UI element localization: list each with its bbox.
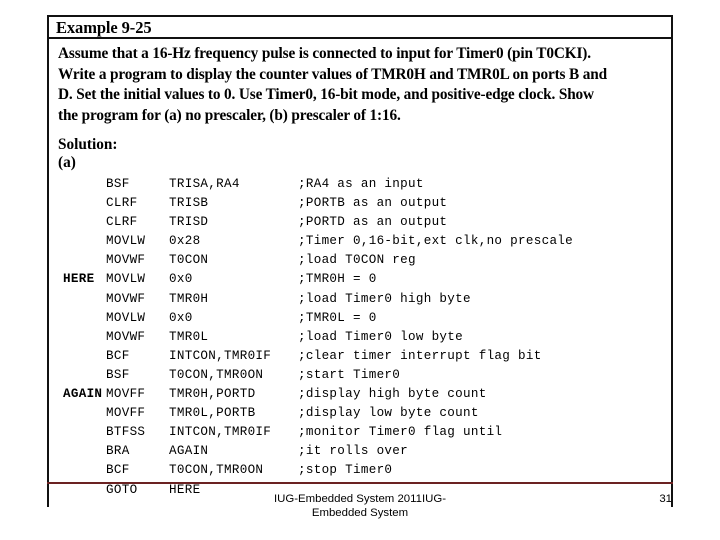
code-label (49, 251, 106, 270)
code-comment: ;TMR0L = 0 (298, 310, 377, 325)
code-label (49, 423, 106, 442)
page-title: Example 9-25 (56, 18, 152, 37)
footer-text: IUG-Embedded System 2011IUG- Embedded Sy… (180, 492, 540, 520)
code-row: BCF INTCON,TMR0IF ;clear timer interrupt f… (49, 347, 671, 366)
code-label (49, 328, 106, 347)
code-operand: T0CON,TMR0ON (169, 367, 264, 382)
footer-line-2: Embedded System (311, 507, 409, 519)
code-operand: T0CON (169, 253, 209, 268)
code-row: BRA AGAIN ;it rolls over (49, 442, 671, 461)
code-mnemonic: MOVLW (106, 310, 146, 325)
code-mnemonic: MOVFF (106, 387, 146, 402)
code-comment: ;PORTD as an output (298, 215, 448, 230)
code-row: MOVFF TMR0L,PORTB ;display low byte count (49, 404, 671, 423)
statement-line: Assume that a 16-Hz frequency pulse is c… (58, 45, 591, 62)
code-row: AGAIN MOVFF TMR0H,PORTD ;display high byte … (49, 385, 671, 404)
code-operand: INTCON,TMR0IF (169, 348, 272, 363)
code-comment: ;clear timer interrupt flag bit (298, 348, 542, 363)
code-comment: ;start Timer0 (298, 367, 401, 382)
code-row: BCF T0CON,TMR0ON ;stop Timer0 (49, 461, 671, 480)
statement-line: the program for (a) no prescaler, (b) pr… (58, 106, 401, 124)
solution-heading: Solution: (58, 136, 118, 153)
problem-statement: Assume that a 16-Hz frequency pulse is c… (49, 39, 671, 130)
code-comment: ;display high byte count (298, 387, 487, 402)
code-operand: INTCON,TMR0IF (169, 425, 272, 440)
code-row: MOVWF T0CON ;load T0CON reg (49, 251, 671, 270)
code-operand: TMR0H,PORTD (169, 387, 256, 402)
frame-bottom-rule (47, 482, 673, 484)
code-comment: ;display low byte count (298, 406, 479, 421)
code-row: BSF TRISA,RA4 ;RA4 as an input (49, 175, 671, 194)
code-operand: TRISD (169, 215, 209, 230)
code-row: CLRF TRISD ;PORTD as an output (49, 213, 671, 232)
code-operand: TRISA,RA4 (169, 177, 240, 191)
code-mnemonic: MOVWF (106, 329, 146, 344)
code-comment: ;TMR0H = 0 (298, 272, 377, 287)
code-row: BSF T0CON,TMR0ON ;start Timer0 (49, 366, 671, 385)
solution-section: Solution: (a) (49, 130, 671, 171)
code-label (49, 290, 106, 309)
code-comment: ;PORTB as an output (298, 196, 448, 211)
code-operand: 0x0 (169, 310, 193, 325)
code-row: CLRF TRISB ;PORTB as an output (49, 194, 671, 213)
code-operand: 0x0 (169, 272, 193, 287)
code-row: MOVWF TMR0H ;load Timer0 high byte (49, 290, 671, 309)
code-row: MOVLW 0x0 ;TMR0L = 0 (49, 309, 671, 328)
code-label (49, 347, 106, 366)
code-row: MOVWF TMR0L ;load Timer0 low byte (49, 328, 671, 347)
slide-canvas: Example 9-25 Assume that a 16-Hz frequen… (0, 0, 720, 540)
code-label (49, 232, 106, 251)
footer-line-1: IUG-Embedded System 2011IUG- (274, 493, 446, 505)
code-label (49, 404, 106, 423)
assembly-code-listing: BSF TRISA,RA4 ;RA4 as an input CLRF TRISB ;PO… (49, 172, 671, 507)
code-mnemonic: MOVWF (106, 253, 146, 268)
code-comment: ;RA4 as an input (298, 177, 424, 191)
code-label: AGAIN (63, 387, 103, 402)
code-label (49, 194, 106, 213)
code-comment: ;stop Timer0 (298, 463, 393, 478)
code-mnemonic: BCF (106, 348, 130, 363)
code-mnemonic: MOVFF (106, 406, 146, 421)
code-mnemonic: MOVWF (106, 291, 146, 306)
code-label (49, 213, 106, 232)
code-operand: 0x28 (169, 234, 201, 249)
code-operand: TMR0L (169, 329, 209, 344)
code-label: HERE (63, 272, 95, 287)
code-mnemonic: BSF (106, 367, 130, 382)
code-label (49, 366, 106, 385)
solution-part-label: (a) (58, 154, 76, 171)
code-mnemonic: CLRF (106, 196, 138, 211)
code-row: BTFSS INTCON,TMR0IF ;monitor Timer0 flag u… (49, 423, 671, 442)
slide-footer: IUG-Embedded System 2011IUG- Embedded Sy… (0, 492, 720, 532)
code-mnemonic: CLRF (106, 215, 138, 230)
code-label (49, 442, 106, 461)
code-comment: ;load Timer0 low byte (298, 329, 464, 344)
code-label (49, 309, 106, 328)
statement-line: D. Set the initial values to 0. Use Time… (58, 86, 594, 103)
code-mnemonic: BTFSS (106, 425, 146, 440)
code-operand: TRISB (169, 196, 209, 211)
code-label (49, 175, 106, 194)
code-comment: ;it rolls over (298, 444, 409, 459)
code-comment: ;Timer 0,16-bit,ext clk,no prescale (298, 234, 574, 249)
page-number: 31 (659, 493, 672, 505)
code-operand: TMR0H (169, 291, 209, 306)
code-mnemonic: MOVLW (106, 234, 146, 249)
example-title-band: Example 9-25 (49, 17, 671, 39)
code-operand: TMR0L,PORTB (169, 406, 256, 421)
code-label (49, 461, 106, 480)
code-comment: ;load T0CON reg (298, 253, 416, 268)
code-mnemonic: BRA (106, 444, 130, 459)
code-operand: AGAIN (169, 444, 209, 459)
code-row: MOVLW 0x28 ;Timer 0,16-bit,ext clk,no pres… (49, 232, 671, 251)
code-comment: ;monitor Timer0 flag until (298, 425, 503, 440)
code-operand: T0CON,TMR0ON (169, 463, 264, 478)
example-figure-frame: Example 9-25 Assume that a 16-Hz frequen… (47, 15, 673, 507)
code-mnemonic: BSF (106, 177, 130, 191)
statement-line: Write a program to display the counter v… (58, 65, 607, 83)
code-mnemonic: MOVLW (106, 272, 146, 287)
code-row: HERE MOVLW 0x0 ;TMR0H = 0 (49, 270, 671, 289)
code-comment: ;load Timer0 high byte (298, 291, 471, 306)
code-mnemonic: BCF (106, 463, 130, 478)
